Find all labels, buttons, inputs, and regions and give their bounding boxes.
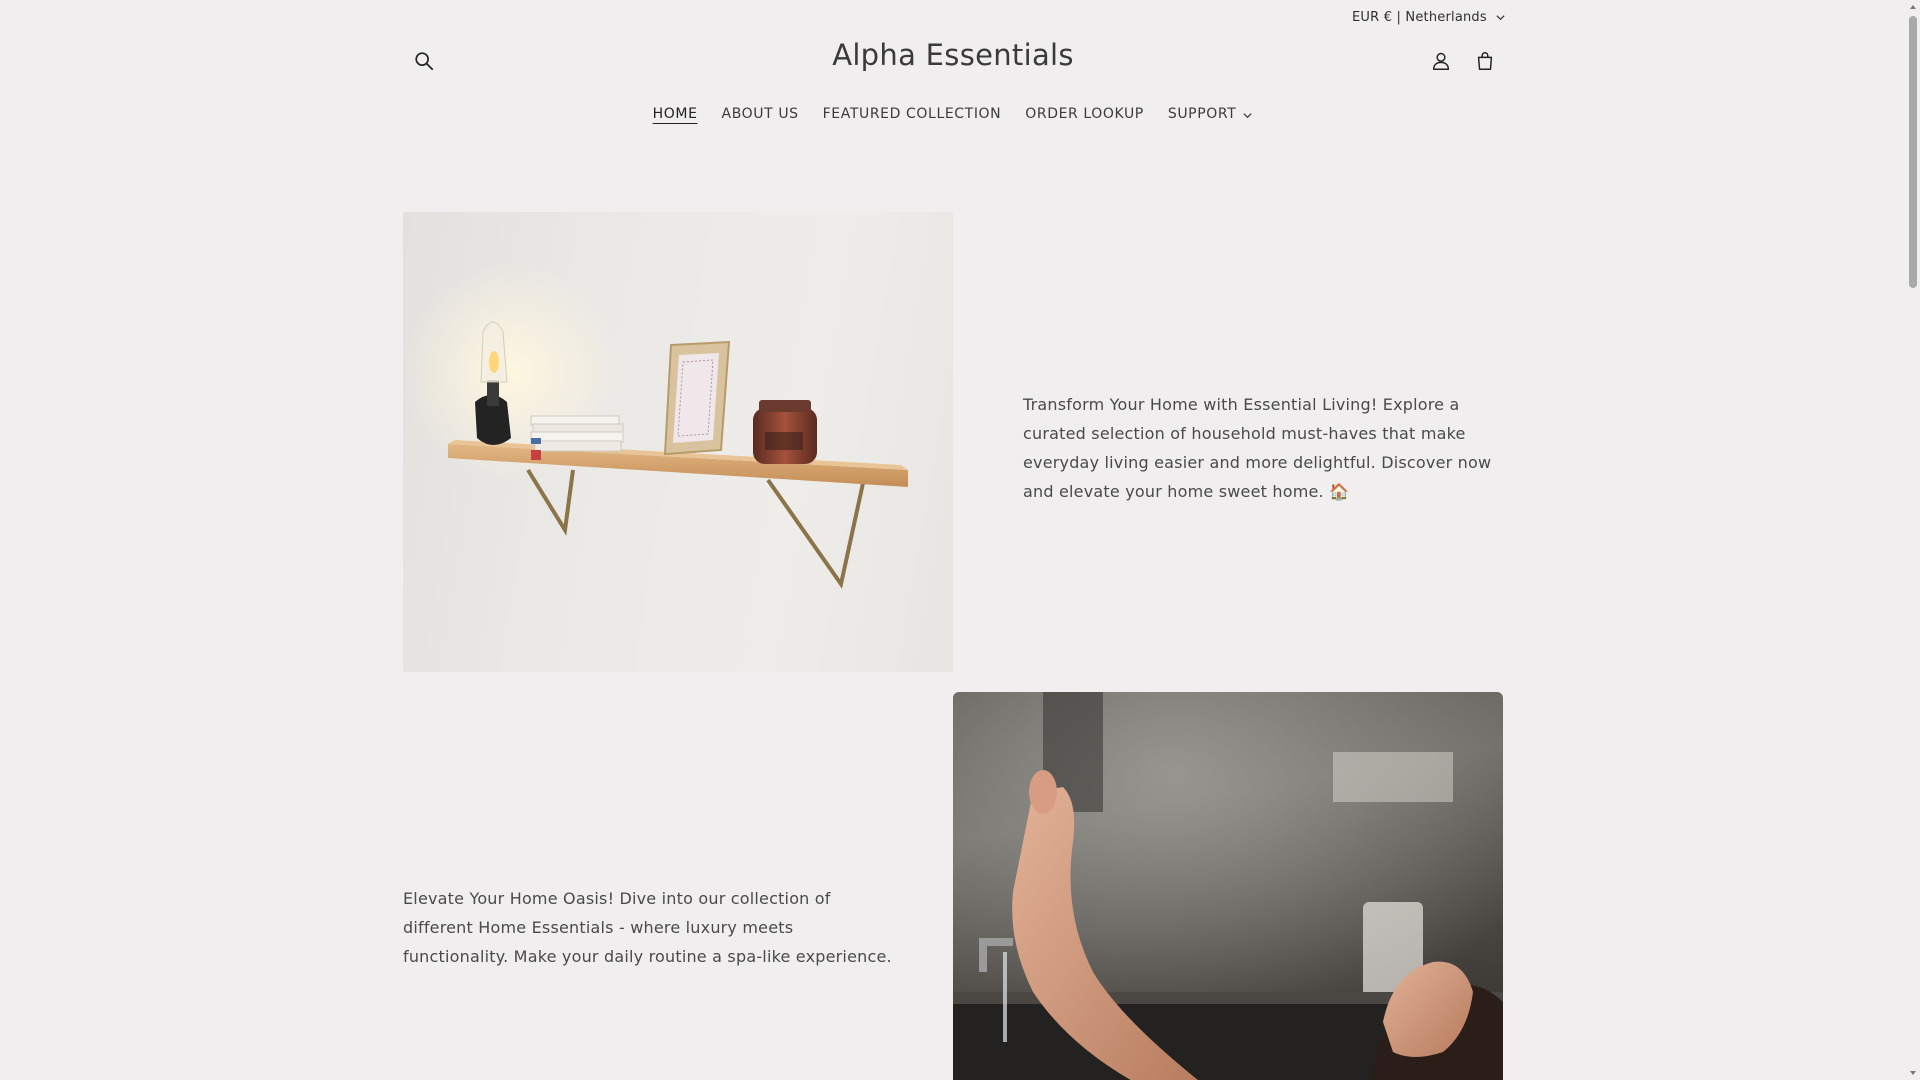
account-icon xyxy=(1432,52,1450,70)
nav-item-label: ABOUT US xyxy=(721,106,799,122)
shelf-illustration xyxy=(403,262,908,589)
scrollbar-thumb[interactable] xyxy=(1909,16,1917,288)
nav-item-label: FEATURED COLLECTION xyxy=(822,106,1002,122)
page-scrollbar[interactable] xyxy=(1906,0,1920,1080)
account-button[interactable] xyxy=(1424,44,1458,78)
chevron-down-icon xyxy=(1496,15,1505,21)
scroll-down-arrow-icon[interactable] xyxy=(1909,1069,1917,1077)
nav-item-support[interactable]: SUPPORT xyxy=(1168,104,1254,124)
nav-item-order-lookup[interactable]: ORDER LOOKUP xyxy=(1025,104,1144,124)
shelf-image xyxy=(403,212,953,672)
bath-illustration xyxy=(953,692,1503,1080)
cart-button[interactable] xyxy=(1468,44,1502,78)
nav-item-label: SUPPORT xyxy=(1167,106,1237,122)
currency-selector[interactable]: EUR € | Netherlands xyxy=(1352,10,1506,25)
nav-item-featured-collection[interactable]: FEATURED COLLECTION xyxy=(823,104,1002,124)
nav-item-label: HOME xyxy=(652,106,698,122)
currency-label: EUR € | Netherlands xyxy=(1352,10,1487,25)
nav-item-about-us[interactable]: ABOUT US xyxy=(722,104,799,124)
logo-text: Alpha Essentials xyxy=(832,38,1074,72)
page: EUR € | Netherlands Alpha Essentials HOM… xyxy=(0,0,1906,1080)
section-1-text: Transform Your Home with Essential Livin… xyxy=(1023,395,1492,501)
scroll-up-arrow-icon[interactable] xyxy=(1909,3,1917,11)
site-logo[interactable]: Alpha Essentials xyxy=(0,38,1906,72)
chevron-down-icon xyxy=(1243,112,1252,118)
section-2-text: Elevate Your Home Oasis! Dive into our c… xyxy=(403,889,892,966)
main-navigation: HOME ABOUT US FEATURED COLLECTION ORDER … xyxy=(0,104,1906,124)
nav-item-home[interactable]: HOME xyxy=(653,104,698,124)
nav-item-label: ORDER LOOKUP xyxy=(1025,106,1144,122)
bath-image xyxy=(953,692,1503,1080)
cart-icon xyxy=(1477,52,1493,70)
